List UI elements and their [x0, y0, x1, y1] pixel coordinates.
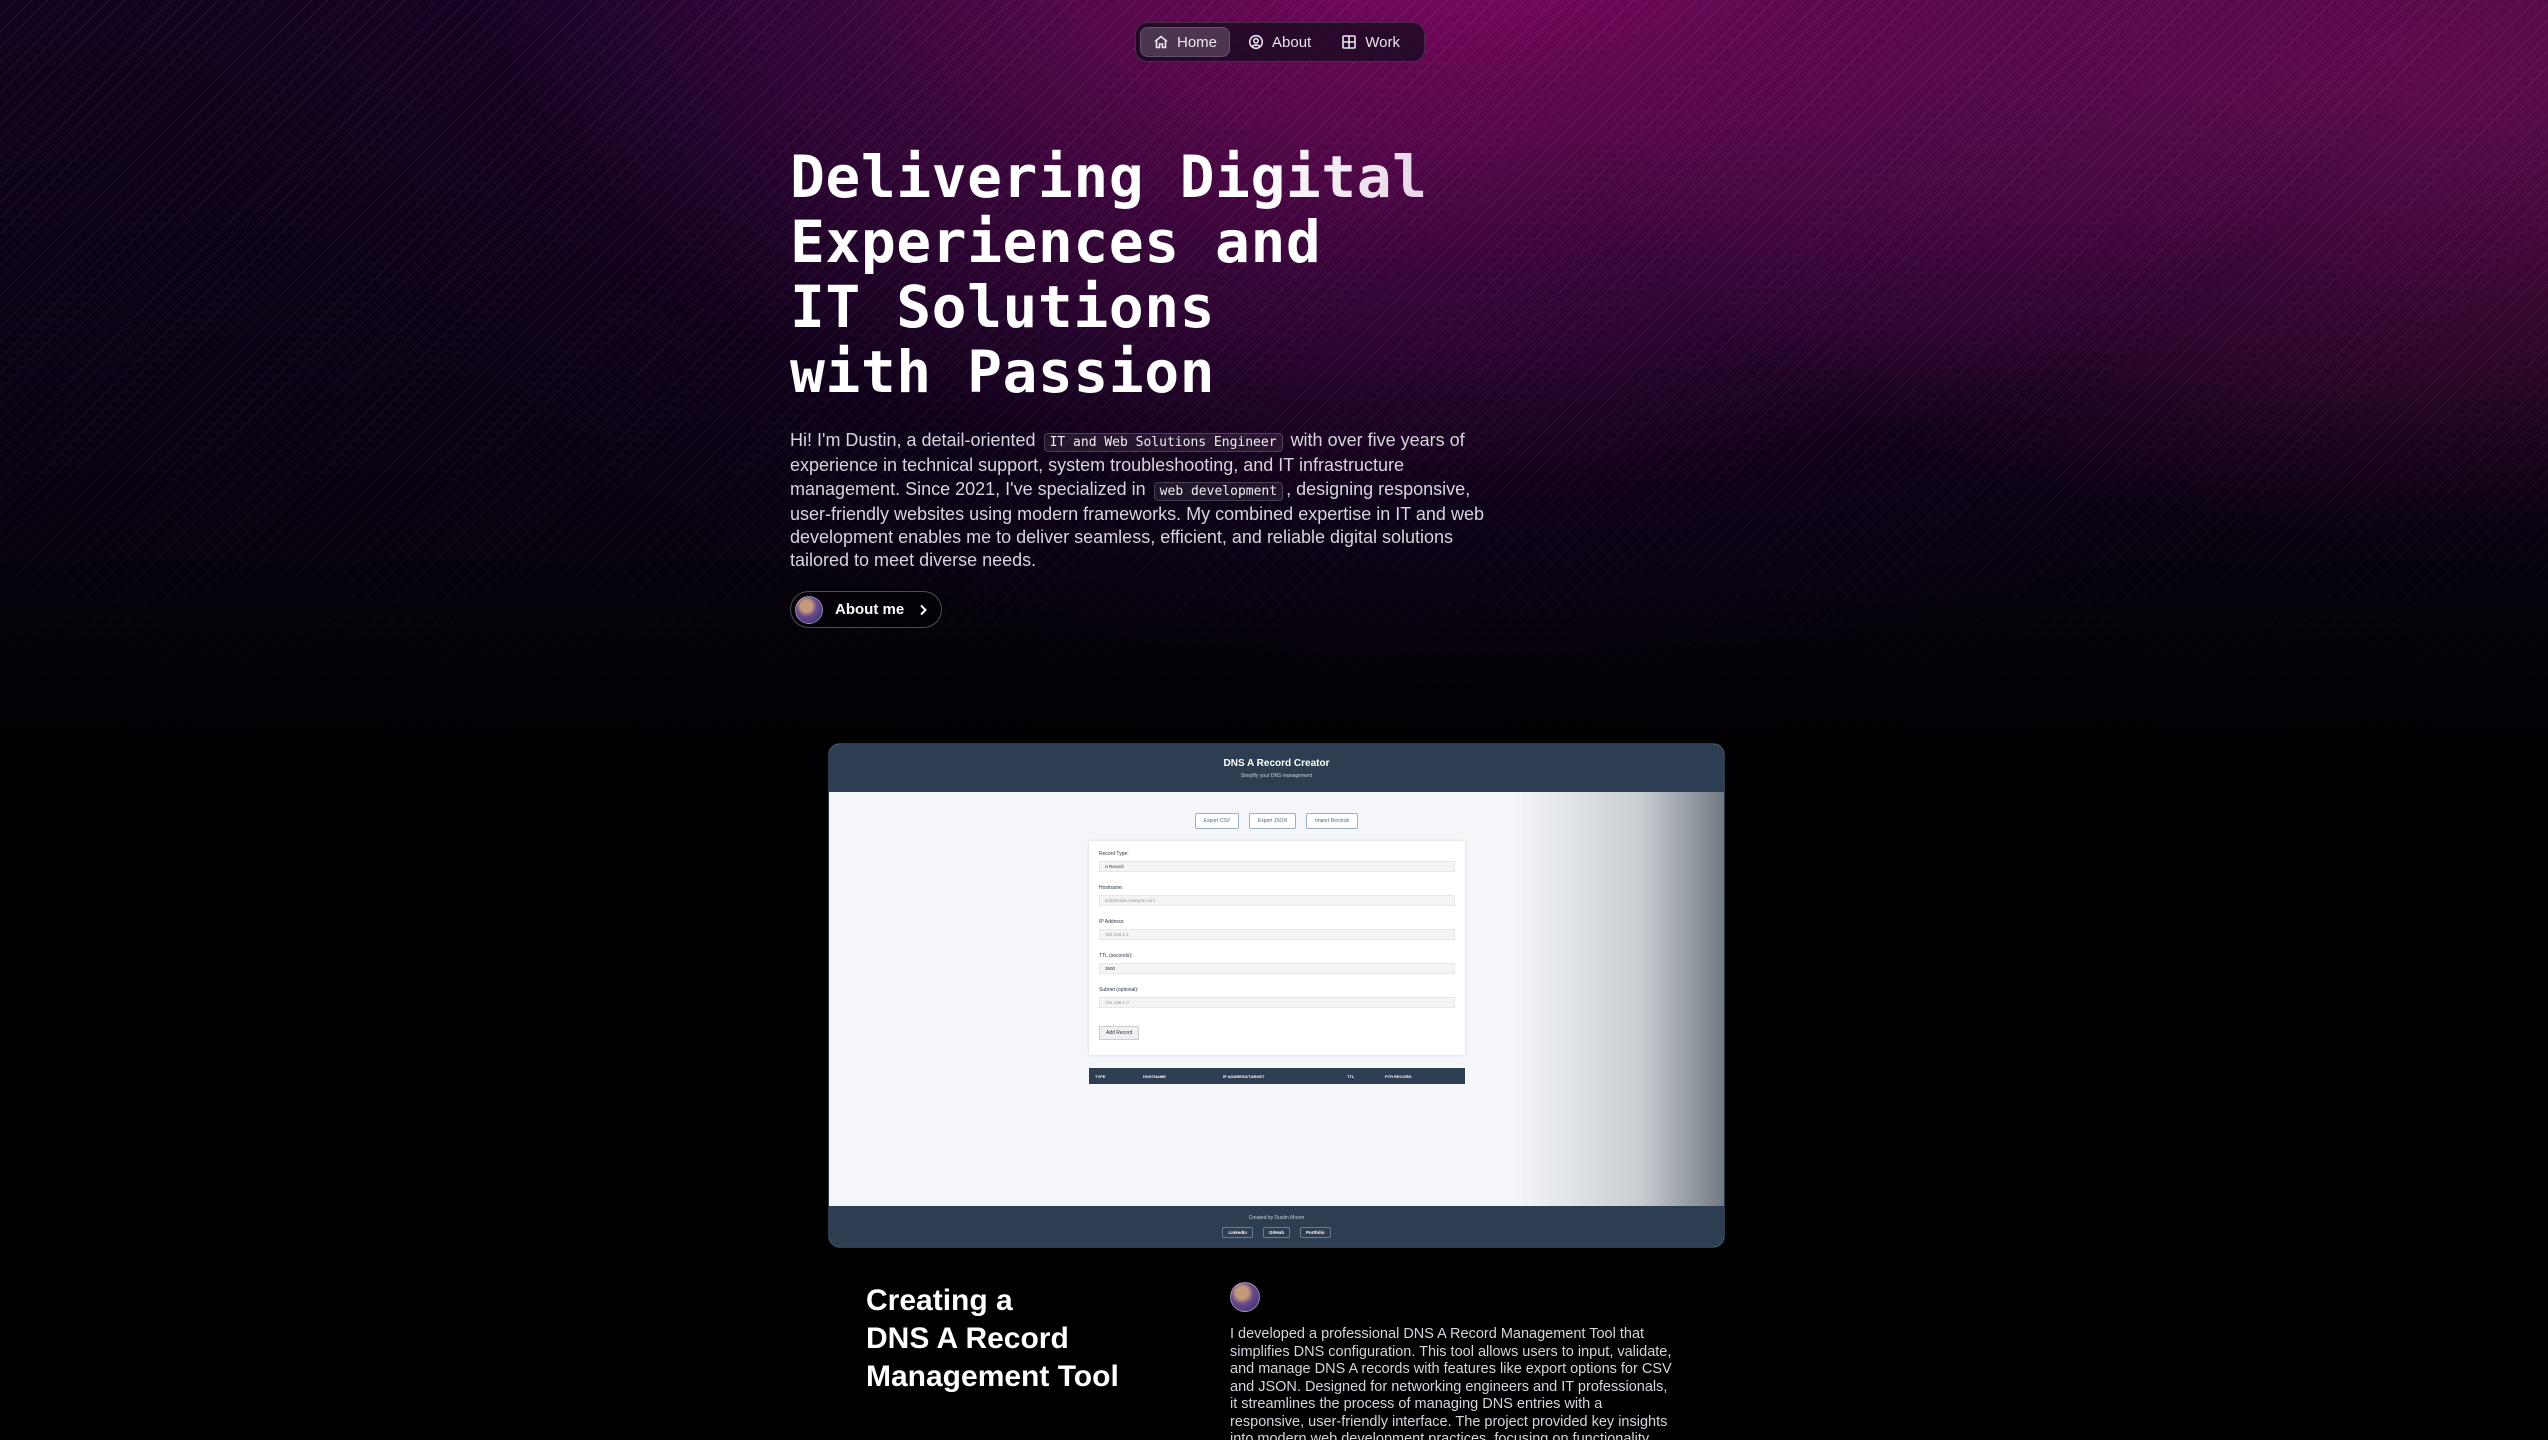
preview-title: DNS A Record Creator: [1223, 758, 1330, 769]
nav-item-work[interactable]: Work: [1329, 27, 1412, 57]
hero-title-line: with Passion: [790, 338, 1216, 406]
nav-item-about[interactable]: About: [1236, 27, 1323, 57]
preview-portfolio-link: Portfolio: [1300, 1227, 1331, 1238]
preview-linkedin-link: LinkedIn: [1222, 1227, 1253, 1238]
role-code-tag: IT and Web Solutions Engineer: [1043, 433, 1283, 452]
top-nav: Home About Work: [1135, 22, 1425, 62]
project-preview-screenshot[interactable]: DNS A Record Creator Simplify your DNS m…: [828, 743, 1725, 1248]
preview-footer: Created by Dustin Moore LinkedIn GitHub …: [829, 1206, 1724, 1247]
project-title-line: DNS A Record: [866, 1322, 1069, 1355]
avatar: [795, 595, 823, 624]
skill-code-tag: web development: [1153, 481, 1284, 501]
preview-export-json-button: Export JSON: [1248, 813, 1297, 829]
grid-icon: [1342, 35, 1357, 49]
preview-input: subdomain.example.com: [1099, 895, 1455, 906]
project-title-line: Creating a: [866, 1284, 1013, 1317]
preview-input: 3600: [1099, 963, 1455, 974]
preview-github-link: GitHub: [1263, 1227, 1290, 1238]
hero-title-line: Delivering Digital: [790, 145, 1550, 210]
hero-intro: Hi! I'm Dustin, a detail-oriented IT and…: [790, 429, 1510, 573]
author-avatar[interactable]: [1230, 1282, 1260, 1312]
preview-field-label: IP Address:: [1099, 919, 1125, 925]
nav-label: About: [1272, 33, 1312, 51]
home-icon: [1154, 35, 1168, 49]
chevron-right-icon: [920, 604, 928, 615]
preview-input: 192.168.1.1: [1099, 929, 1455, 940]
nav-item-home[interactable]: Home: [1140, 27, 1231, 57]
about-me-button[interactable]: About me: [790, 591, 942, 628]
preview-th: IP ADDRESS/TARGET: [1223, 1073, 1265, 1079]
preview-import-button: Import Records: [1306, 813, 1359, 829]
nav-label: Work: [1365, 33, 1400, 51]
hero-title-line: Experiences and: [790, 208, 1322, 276]
user-circle-icon: [1248, 34, 1264, 50]
preview-export-csv-button: Export CSV: [1194, 813, 1239, 829]
preview-th: PTR RECORD: [1385, 1073, 1412, 1079]
preview-select: A Record: [1099, 861, 1455, 872]
preview-field-label: Subnet (optional):: [1099, 987, 1139, 993]
preview-th: HOSTNAME: [1143, 1073, 1166, 1079]
preview-th: TYPE: [1095, 1073, 1106, 1079]
project-description: I developed a professional DNS A Record …: [1230, 1326, 1672, 1440]
preview-th: TTL: [1347, 1073, 1355, 1079]
preview-field-label: Hostname:: [1099, 885, 1124, 891]
preview-table-header: TYPE HOSTNAME IP ADDRESS/TARGET TTL PTR …: [1089, 1068, 1465, 1084]
preview-footer-links: LinkedIn GitHub Portfolio: [829, 1227, 1724, 1238]
project-title-line: Management Tool: [866, 1360, 1119, 1393]
preview-add-record-button: Add Record: [1099, 1026, 1140, 1040]
hero-title: Delivering Digital Experiences and IT So…: [790, 145, 1550, 405]
preview-header: DNS A Record Creator Simplify your DNS m…: [829, 744, 1724, 792]
preview-edge-shade: [1514, 792, 1724, 1206]
preview-field-label: Record Type:: [1099, 851, 1129, 857]
intro-text: Hi! I'm Dustin, a detail-oriented: [790, 430, 1036, 450]
nav-label: Home: [1177, 33, 1218, 51]
hero-title-line: IT Solutions: [790, 273, 1216, 341]
preview-footer-text: Created by Dustin Moore: [1248, 1215, 1305, 1221]
preview-field-label: TTL (seconds):: [1099, 953, 1133, 959]
preview-input: 192.168.1.0: [1099, 997, 1455, 1008]
preview-form: Record Type: A Record Hostname: subdomai…: [1089, 841, 1465, 1055]
about-me-label: About me: [835, 601, 905, 618]
preview-subtitle: Simplify your DNS management: [1240, 773, 1313, 779]
project-title: Creating a DNS A Record Management Tool: [866, 1282, 1186, 1396]
